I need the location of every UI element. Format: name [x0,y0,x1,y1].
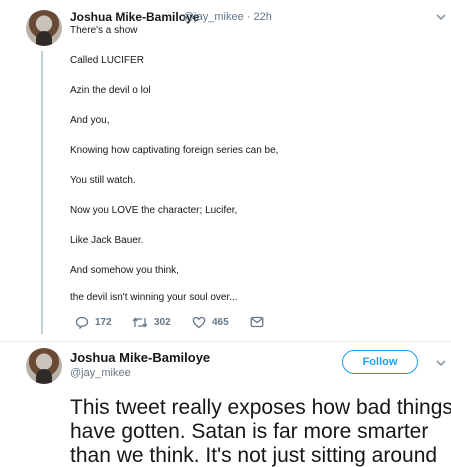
divider [0,341,451,342]
thread-line [41,51,43,334]
tweet-line: Called LUCIFER [70,55,144,66]
avatar[interactable] [26,10,62,46]
tweet-line: You still watch. [70,175,136,186]
author-handle[interactable]: @jay_mikee [70,367,131,379]
like-icon [192,316,206,329]
author-name[interactable]: Joshua Mike-Bamiloye [70,350,210,365]
tweet-line: There's a show [70,25,138,36]
tweet-line: Knowing how captivating foreign series c… [70,145,279,156]
tweet-line: the devil isn't winning your soul over..… [70,292,238,303]
author-name[interactable]: Joshua Mike-Bamiloye [70,10,199,24]
separator-dot: · [246,11,251,23]
direct-message-button[interactable] [250,316,270,328]
like-button[interactable]: 465 [192,316,229,329]
chevron-down-icon[interactable] [435,12,447,22]
reply-count: 172 [95,317,112,328]
tweet-text-line: This tweet really exposes how bad things [70,396,451,419]
tweet-text-line: have gotten. Satan is far more smarter [70,420,429,443]
retweet-icon [132,317,148,328]
tweet-line: Now you LOVE the character; Lucifer, [70,205,238,216]
reply-button[interactable]: 172 [75,316,112,329]
like-count: 465 [212,317,229,328]
follow-button[interactable]: Follow [342,350,418,374]
tweet-line: And you, [70,115,110,126]
tweet-line: And somehow you think, [70,265,179,276]
avatar[interactable] [26,348,62,384]
timestamp[interactable]: 22h [254,11,272,23]
tweet-text-line: than we think. It's not just sitting aro… [70,444,438,467]
tweet-line: Like Jack Bauer. [70,235,144,246]
reply-icon [75,316,89,329]
author-handle[interactable]: @jay_mikee · 22h [183,11,272,23]
tweet-line: Azin the devil o lol [70,85,151,96]
follow-label: Follow [362,356,398,368]
retweet-count: 302 [154,317,171,328]
handle-text: @jay_mikee [183,11,244,23]
retweet-button[interactable]: 302 [132,316,171,329]
message-icon [250,316,264,328]
chevron-down-icon[interactable] [435,358,447,368]
